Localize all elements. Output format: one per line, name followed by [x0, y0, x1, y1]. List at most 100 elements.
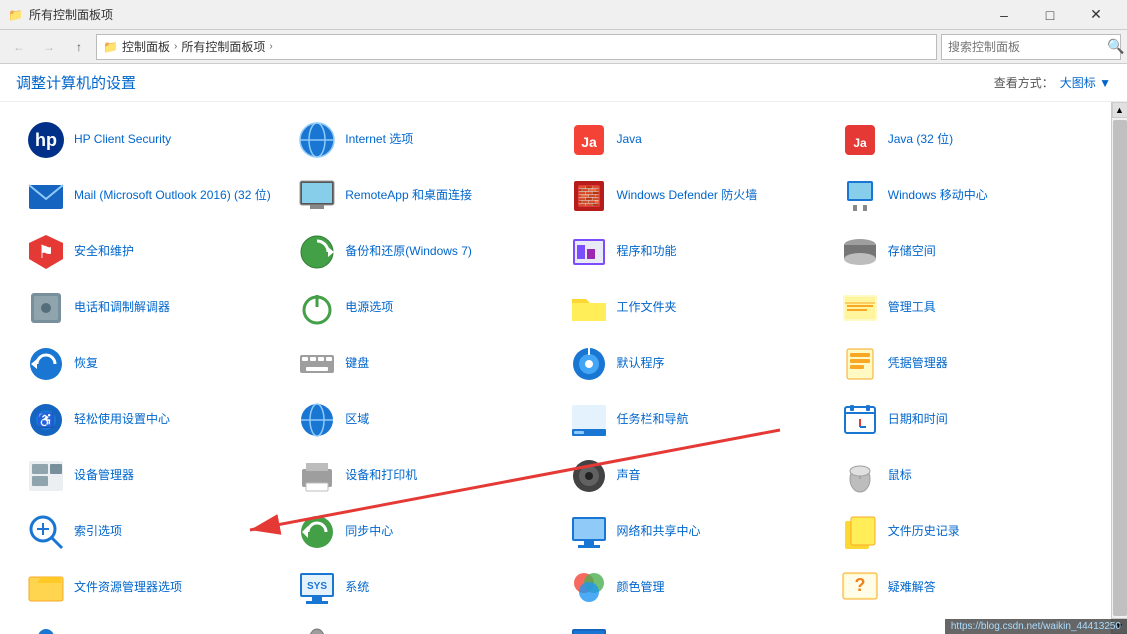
admin-icon — [840, 288, 880, 328]
grid-item-work-folders[interactable]: 工作文件夹 — [559, 280, 830, 336]
explorer-icon — [26, 568, 66, 608]
grid-item-file-explorer-options[interactable]: 文件资源管理器选项 — [16, 560, 287, 616]
grid-item-system[interactable]: SYS系统 — [287, 560, 558, 616]
grid-item-recovery[interactable]: 恢复 — [16, 336, 287, 392]
maximize-button[interactable]: □ — [1027, 0, 1073, 30]
item-label-keyboard: 键盘 — [345, 356, 369, 372]
grid-item-backup-restore[interactable]: 备份和还原(Windows 7) — [287, 224, 558, 280]
item-label-backup-restore: 备份和还原(Windows 7) — [345, 244, 472, 260]
grid-item-credential-mgr[interactable]: 凭据管理器 — [830, 336, 1101, 392]
forward-button[interactable]: → — [36, 34, 62, 60]
grid-item-remoteapp[interactable]: RemoteApp 和桌面连接 — [287, 168, 558, 224]
grid-item-admin-tools[interactable]: 管理工具 — [830, 280, 1101, 336]
grid-item-troubleshoot[interactable]: ? 疑难解答 — [830, 560, 1101, 616]
svg-text:?: ? — [854, 575, 865, 595]
grid-item-devices-printers[interactable]: 设备和打印机 — [287, 448, 558, 504]
svg-text:Ja: Ja — [581, 134, 597, 150]
window-title: 所有控制面板项 — [29, 6, 113, 23]
svg-text:🧱: 🧱 — [577, 185, 599, 206]
grid-item-file-history[interactable]: 文件历史记录 — [830, 504, 1101, 560]
grid-item-java[interactable]: JaJava — [559, 112, 830, 168]
defender-icon: 🧱 — [569, 176, 609, 216]
item-label-java32: Java (32 位) — [888, 132, 953, 148]
mobility-icon — [840, 176, 880, 216]
svg-text:SYS: SYS — [307, 581, 327, 592]
item-label-indexing: 索引选项 — [74, 524, 122, 540]
breadcrumb-icon: 📁 — [103, 40, 118, 54]
title-bar: 📁 所有控制面板项 – □ ✕ — [0, 0, 1127, 30]
scroll-thumb[interactable] — [1113, 120, 1127, 616]
grid-item-security-maintenance[interactable]: ⚑安全和维护 — [16, 224, 287, 280]
sync-icon — [297, 512, 337, 552]
grid-item-sync-center[interactable]: 同步中心 — [287, 504, 558, 560]
grid-item-ease-access[interactable]: ♿ 轻松使用设置中心 — [16, 392, 287, 448]
minimize-button[interactable]: – — [981, 0, 1027, 30]
item-label-work-folders: 工作文件夹 — [617, 300, 677, 316]
status-bar: https://blog.csdn.net/waikin_44413250 — [945, 619, 1127, 634]
content-area: hpHP Client SecurityInternet 选项JaJavaJaJ… — [0, 102, 1111, 634]
java32-icon: Ja — [840, 120, 880, 160]
item-label-color-management: 颜色管理 — [617, 580, 665, 596]
search-box[interactable]: 🔍 — [941, 34, 1121, 60]
item-label-windows-mobility: Windows 移动中心 — [888, 188, 988, 204]
remoteapp-icon — [297, 176, 337, 216]
grid-item-default-programs[interactable]: 默认程序 — [559, 336, 830, 392]
folder-icon — [569, 288, 609, 328]
devmgr-icon — [26, 456, 66, 496]
search-icon[interactable]: 🔍 — [1107, 38, 1124, 55]
grid-item-power-options[interactable]: 电源选项 — [287, 280, 558, 336]
grid-item-region[interactable]: 区域 — [287, 392, 558, 448]
item-label-phone-modem: 电话和调制解调器 — [74, 300, 170, 316]
grid-item-color-management[interactable]: 颜色管理 — [559, 560, 830, 616]
content-header: 调整计算机的设置 查看方式： 大图标 ▼ — [0, 64, 1127, 102]
item-label-troubleshoot: 疑难解答 — [888, 580, 936, 596]
grid-item-mouse[interactable]: 鼠标 — [830, 448, 1101, 504]
grid-item-speech-recognition[interactable]: 语音识别 — [287, 616, 558, 634]
grid-item-windows-defender[interactable]: 🧱Windows Defender 防火墙 — [559, 168, 830, 224]
search-input[interactable] — [948, 40, 1103, 54]
user-icon — [26, 624, 66, 634]
item-label-ease-access: 轻松使用设置中心 — [74, 412, 170, 428]
grid-item-keyboard[interactable]: 键盘 — [287, 336, 558, 392]
page-title: 调整计算机的设置 — [16, 72, 136, 93]
grid-item-windows-mobility[interactable]: Windows 移动中心 — [830, 168, 1101, 224]
scrollbar[interactable]: ▲ ▼ — [1111, 102, 1127, 634]
breadcrumb-current: 所有控制面板项 — [181, 38, 265, 55]
credential-icon — [840, 344, 880, 384]
grid-item-network-sharing[interactable]: 网络和共享中心 — [559, 504, 830, 560]
ease-icon: ♿ — [26, 400, 66, 440]
item-label-mouse: 鼠标 — [888, 468, 912, 484]
svg-text:⚑: ⚑ — [38, 242, 54, 262]
back-button[interactable]: ← — [6, 34, 32, 60]
grid-item-phone-modem[interactable]: 电话和调制解调器 — [16, 280, 287, 336]
scroll-up-button[interactable]: ▲ — [1112, 102, 1127, 118]
breadcrumb[interactable]: 📁 控制面板 › 所有控制面板项 › — [96, 34, 937, 60]
close-button[interactable]: ✕ — [1073, 0, 1119, 30]
item-label-internet-options: Internet 选项 — [345, 132, 413, 148]
grid-item-internet-options[interactable]: Internet 选项 — [287, 112, 558, 168]
items-grid: hpHP Client SecurityInternet 选项JaJavaJaJ… — [16, 112, 1101, 634]
grid-item-hp-client-security[interactable]: hpHP Client Security — [16, 112, 287, 168]
up-button[interactable]: ↑ — [66, 34, 92, 60]
item-label-devices-printers: 设备和打印机 — [345, 468, 417, 484]
grid-item-user-accounts[interactable]: 用户帐户 — [16, 616, 287, 634]
grid-item-date-time[interactable]: 日期和时间 — [830, 392, 1101, 448]
network-icon — [569, 512, 609, 552]
item-label-device-manager: 设备管理器 — [74, 468, 134, 484]
title-bar-left: 📁 所有控制面板项 — [8, 6, 113, 23]
grid-item-storage-spaces[interactable]: 存储空间 — [830, 224, 1101, 280]
grid-item-device-manager[interactable]: 设备管理器 — [16, 448, 287, 504]
address-bar: ← → ↑ 📁 控制面板 › 所有控制面板项 › 🔍 — [0, 30, 1127, 64]
grid-item-indexing[interactable]: 索引选项 — [16, 504, 287, 560]
grid-item-mail-outlook[interactable]: Mail (Microsoft Outlook 2016) (32 位) — [16, 168, 287, 224]
grid-item-taskbar-nav[interactable]: 任务栏和导航 — [559, 392, 830, 448]
item-label-hp-client-security: HP Client Security — [74, 132, 171, 148]
view-option-link[interactable]: 大图标 ▼ — [1060, 74, 1111, 91]
power-icon — [297, 288, 337, 328]
item-label-power-options: 电源选项 — [345, 300, 393, 316]
grid-item-java32[interactable]: Ja Java (32 位) — [830, 112, 1101, 168]
grid-item-programs-features[interactable]: 程序和功能 — [559, 224, 830, 280]
grid-item-sound[interactable]: 声音 — [559, 448, 830, 504]
svg-text:♿: ♿ — [37, 412, 54, 429]
grid-item-autoplay[interactable]: 自动播放 — [559, 616, 830, 634]
